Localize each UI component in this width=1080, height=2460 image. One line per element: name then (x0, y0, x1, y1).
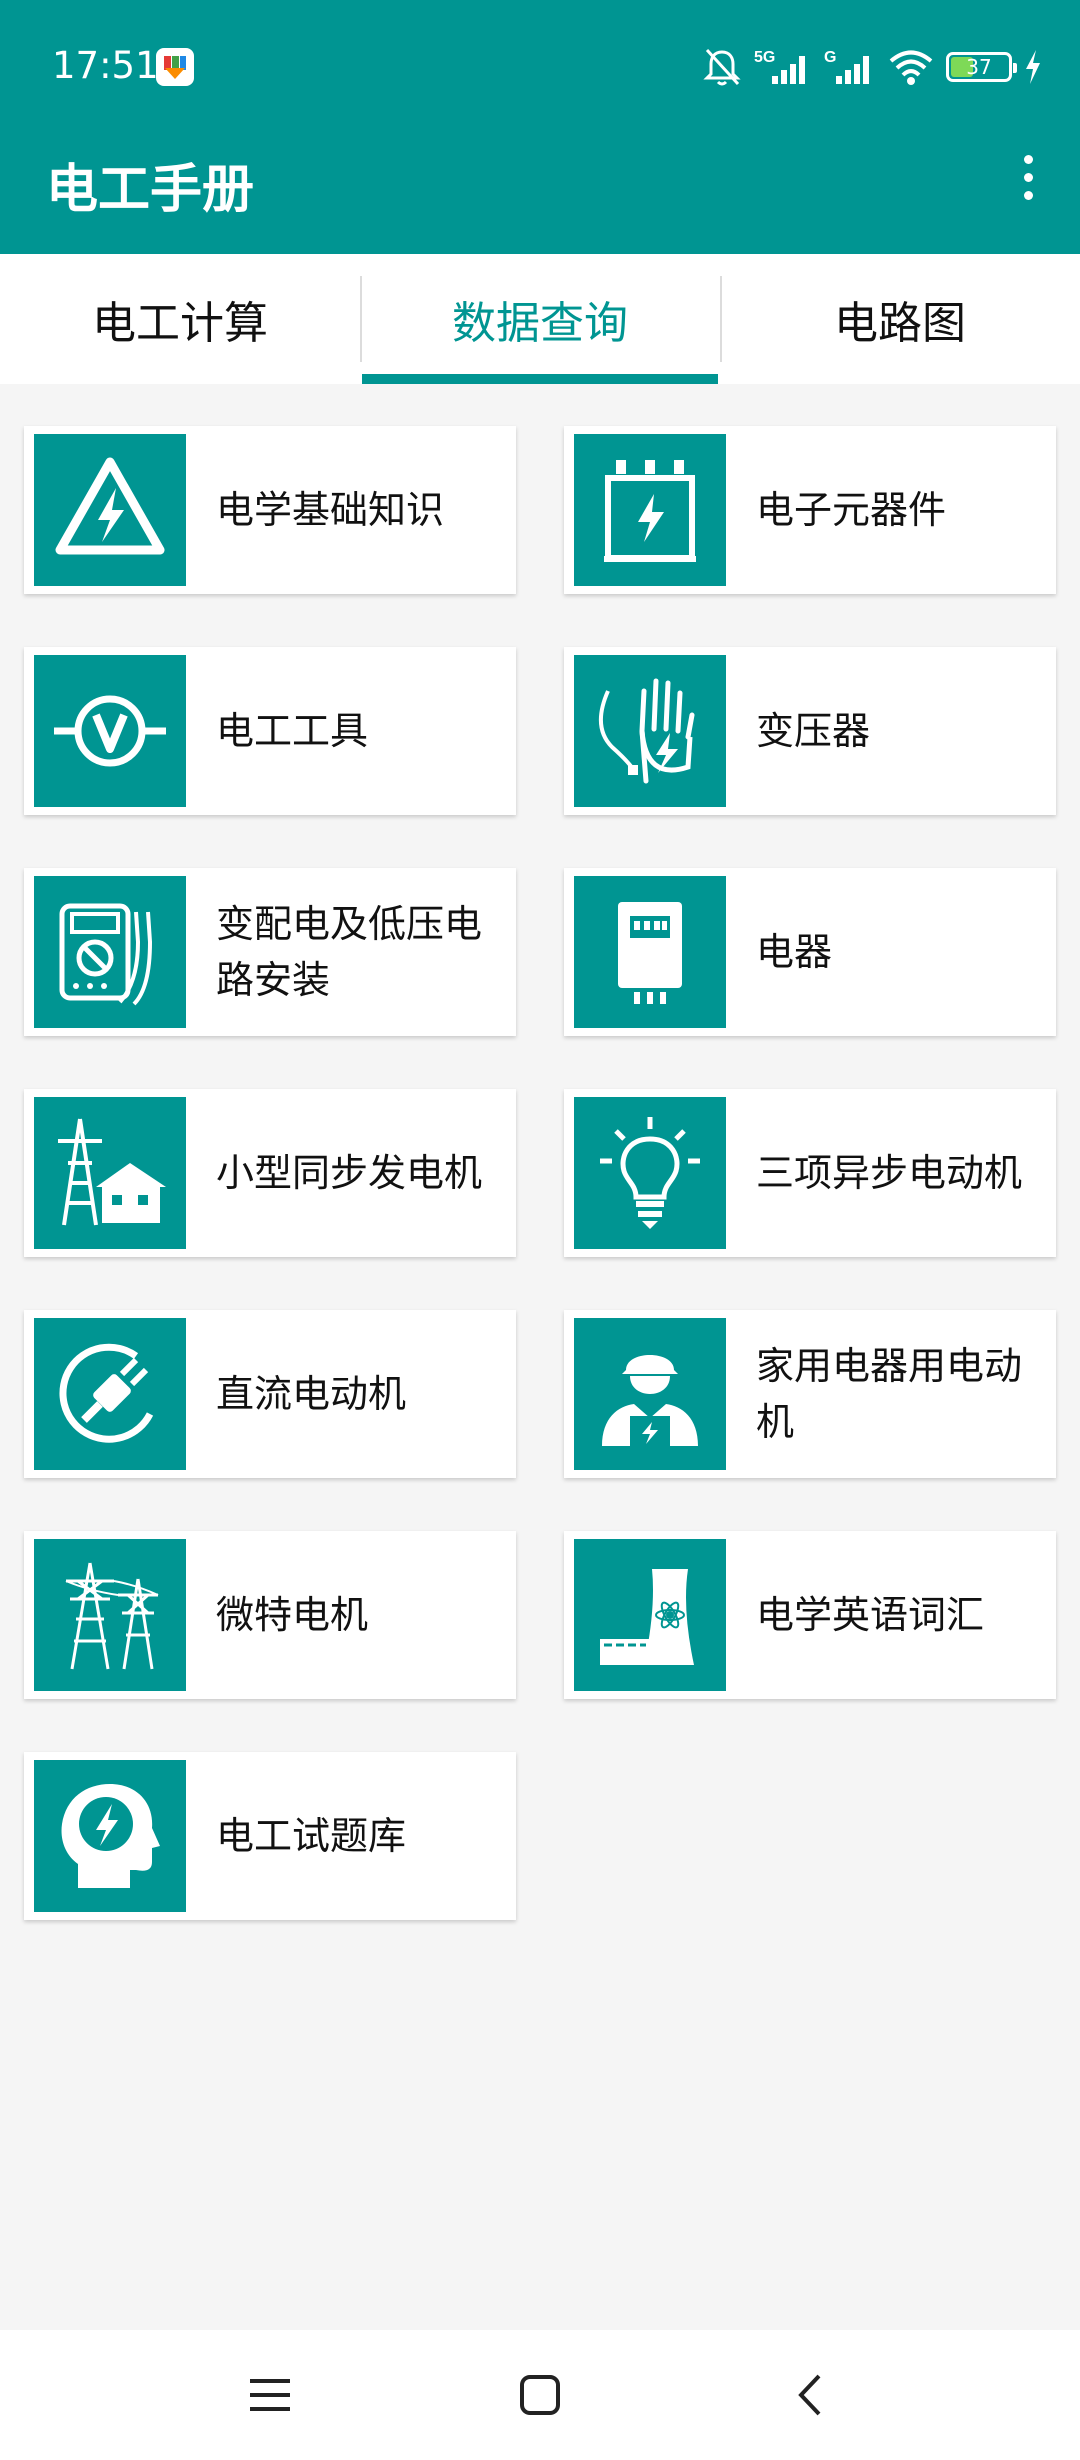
head-bolt-icon (34, 1760, 186, 1912)
voltmeter-icon (34, 655, 186, 807)
tab-data-query[interactable]: 数据查询 (360, 254, 720, 384)
category-label: 电工工具 (216, 709, 369, 753)
category-card-electrical-tools[interactable]: 电工工具 (24, 647, 516, 815)
tab-circuit-diagram[interactable]: 电路图 (720, 254, 1080, 384)
category-label: 电子元器件 (756, 488, 947, 532)
back-icon[interactable] (780, 2365, 840, 2425)
power-towers-icon (34, 1539, 186, 1691)
category-card-household-motor[interactable]: 家用电器用电动机 (564, 1310, 1056, 1478)
battery-level: 37 (966, 55, 992, 79)
light-bulb-icon (574, 1097, 726, 1249)
notification-app-icon (156, 48, 194, 86)
category-label: 直流电动机 (216, 1372, 407, 1416)
category-label: 电工试题库 (216, 1814, 407, 1858)
more-vert-icon[interactable] (1004, 150, 1052, 204)
menu-icon[interactable] (240, 2365, 300, 2425)
category-label: 变配电及低压电路安装 (216, 902, 483, 1002)
nuclear-plant-icon (574, 1539, 726, 1691)
category-label: 电学英语词汇 (756, 1593, 985, 1637)
electric-meter-icon (574, 876, 726, 1028)
category-grid: 电学基础知识 电子元器件 电工工具 变压器 变配电及低压电路安装 电器 小型同步… (24, 426, 1056, 1920)
category-label: 电学基础知识 (216, 488, 445, 532)
status-time: 17:51 (52, 44, 159, 87)
network-label-5g: 5G (754, 49, 775, 66)
network-label-g: G (824, 49, 836, 66)
category-card-synchronous-generator[interactable]: 小型同步发电机 (24, 1089, 516, 1257)
transformer-box-icon (574, 434, 726, 586)
status-icons: 5G G 37 (702, 44, 1042, 90)
app-title: 电工手册 (46, 160, 255, 220)
category-card-appliances[interactable]: 电器 (564, 868, 1056, 1036)
category-card-distribution-installation[interactable]: 变配电及低压电路安装 (24, 868, 516, 1036)
multimeter-icon (34, 876, 186, 1028)
hand-shock-icon (574, 655, 726, 807)
category-card-async-motor[interactable]: 三项异步电动机 (564, 1089, 1056, 1257)
category-label: 三项异步电动机 (756, 1151, 1023, 1195)
category-card-dc-motor[interactable]: 直流电动机 (24, 1310, 516, 1478)
status-bar: 17:51 5G G 37 (0, 0, 1080, 135)
wifi-icon (888, 46, 934, 88)
category-card-electronic-components[interactable]: 电子元器件 (564, 426, 1056, 594)
category-label: 电器 (756, 930, 833, 974)
tab-bar: 电工计算 数据查询 电路图 (0, 254, 1080, 384)
battery-icon: 37 (946, 52, 1017, 82)
home-icon[interactable] (510, 2365, 570, 2425)
category-card-english-vocabulary[interactable]: 电学英语词汇 (564, 1531, 1056, 1699)
charging-bolt-icon (1024, 50, 1042, 84)
category-label: 微特电机 (216, 1593, 369, 1637)
category-label: 小型同步发电机 (216, 1151, 483, 1195)
category-card-electrical-basics[interactable]: 电学基础知识 (24, 426, 516, 594)
electrician-icon (574, 1318, 726, 1470)
category-card-question-bank[interactable]: 电工试题库 (24, 1752, 516, 1920)
category-label: 变压器 (756, 709, 871, 753)
category-card-micro-motor[interactable]: 微特电机 (24, 1531, 516, 1699)
category-card-transformer[interactable]: 变压器 (564, 647, 1056, 815)
navigation-bar (0, 2330, 1080, 2460)
signal-5g-icon: 5G (754, 46, 812, 88)
plug-icon (34, 1318, 186, 1470)
app-header: 17:51 5G G 37 电工手册 (0, 0, 1080, 254)
pylon-house-icon (34, 1097, 186, 1249)
high-voltage-triangle-icon (34, 434, 186, 586)
signal-g-icon: G (824, 46, 876, 88)
category-label: 家用电器用电动机 (756, 1344, 1023, 1444)
tab-calculation[interactable]: 电工计算 (0, 254, 360, 384)
mute-bell-icon (702, 46, 742, 88)
